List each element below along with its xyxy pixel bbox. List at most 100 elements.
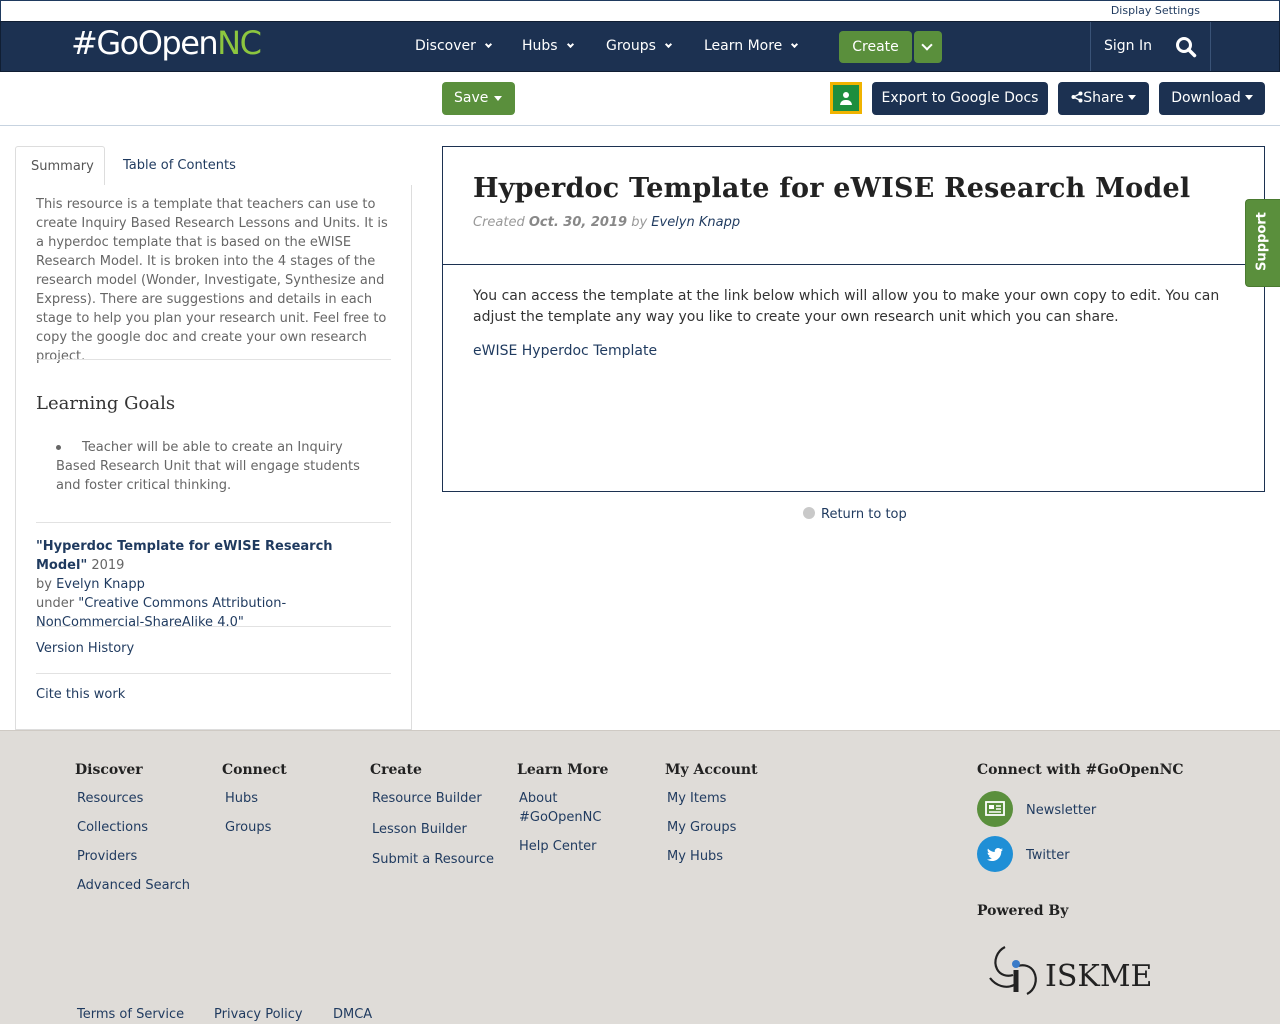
footer-link-resource-builder[interactable]: Resource Builder <box>372 789 482 808</box>
divider <box>443 264 1264 265</box>
display-settings-link[interactable]: Display Settings <box>1111 4 1200 17</box>
chevron-down-icon <box>921 39 933 51</box>
utility-bar: Display Settings <box>0 0 1280 21</box>
divider <box>36 673 391 674</box>
create-dropdown-button[interactable] <box>914 31 942 63</box>
save-button[interactable]: Save <box>442 82 515 115</box>
attribution-year: 2019 <box>87 558 125 573</box>
footer-link-submit-resource[interactable]: Submit a Resource <box>372 850 494 869</box>
newsletter-icon[interactable] <box>977 791 1013 827</box>
chevron-down-icon <box>484 40 492 49</box>
cite-this-work-link[interactable]: Cite this work <box>36 687 125 702</box>
site-logo[interactable]: #GoOpenNC <box>71 24 262 62</box>
by-label: by <box>627 215 652 230</box>
tab-summary[interactable]: Summary <box>15 146 105 186</box>
export-google-docs-button[interactable]: Export to Google Docs <box>872 82 1048 115</box>
nav-hubs[interactable]: Hubs <box>522 38 574 54</box>
footer-heading-discover: Discover <box>75 762 143 778</box>
created-label: Created <box>473 215 529 230</box>
attribution-by: by <box>36 577 57 592</box>
learning-goals-heading: Learning Goals <box>36 393 176 414</box>
support-label: Support <box>1254 212 1270 271</box>
iskme-logo-text: ISKME <box>1045 959 1152 994</box>
download-button[interactable]: Download <box>1159 82 1265 115</box>
download-label: Download <box>1171 90 1241 106</box>
footer-heading-connect-with: Connect with #GoOpenNC <box>977 762 1184 778</box>
caret-down-icon <box>1244 95 1253 100</box>
footer-link-my-hubs[interactable]: My Hubs <box>667 847 723 866</box>
footer-link-providers[interactable]: Providers <box>77 847 137 866</box>
footer-link-advanced-search[interactable]: Advanced Search <box>77 876 190 895</box>
chevron-down-icon <box>791 40 799 49</box>
nav-discover[interactable]: Discover <box>415 38 492 54</box>
divider <box>36 522 391 523</box>
nav-learn-more-label: Learn More <box>704 38 783 54</box>
attribution-author-link[interactable]: Evelyn Knapp <box>56 577 145 592</box>
footer-link-terms[interactable]: Terms of Service <box>77 1005 184 1024</box>
create-button[interactable]: Create <box>839 31 912 63</box>
nav-hubs-label: Hubs <box>522 38 558 54</box>
footer-link-my-items[interactable]: My Items <box>667 789 726 808</box>
footer-link-help-center[interactable]: Help Center <box>519 837 597 856</box>
footer-link-hubs[interactable]: Hubs <box>225 789 258 808</box>
share-button[interactable]: Share <box>1058 82 1149 115</box>
iskme-logo[interactable]: ISKME <box>987 942 1157 1002</box>
return-to-top-label: Return to top <box>821 507 907 522</box>
logo-text: #GoOpen <box>71 24 219 62</box>
share-label: Share <box>1083 90 1124 106</box>
caret-down-icon <box>494 96 502 101</box>
nav-divider <box>1090 22 1091 71</box>
footer-link-groups[interactable]: Groups <box>225 818 271 837</box>
footer-link-about[interactable]: About #GoOpenNC <box>519 789 609 827</box>
resource-content-card: Hyperdoc Template for eWISE Research Mod… <box>442 146 1265 492</box>
nav-divider <box>1210 22 1211 71</box>
version-history-link[interactable]: Version History <box>36 641 134 656</box>
footer-heading-connect: Connect <box>222 762 287 778</box>
site-footer: Discover Resources Collections Providers… <box>0 730 1280 1024</box>
footer-heading-my-account: My Account <box>665 762 758 778</box>
nav-groups[interactable]: Groups <box>606 38 672 54</box>
footer-link-my-groups[interactable]: My Groups <box>667 818 736 837</box>
template-link[interactable]: eWISE Hyperdoc Template <box>473 343 657 359</box>
footer-link-resources[interactable]: Resources <box>77 789 143 808</box>
author-link[interactable]: Evelyn Knapp <box>651 215 740 230</box>
footer-link-privacy[interactable]: Privacy Policy <box>214 1005 303 1024</box>
tab-table-of-contents[interactable]: Table of Contents <box>108 146 251 186</box>
logo-text-nc: NC <box>217 24 262 62</box>
support-tab[interactable]: Support <box>1245 199 1280 287</box>
nav-learn-more[interactable]: Learn More <box>704 38 799 54</box>
main-navbar: #GoOpenNC Discover Hubs Groups Learn Mor… <box>0 21 1280 72</box>
divider <box>36 626 391 627</box>
caret-down-icon <box>1127 95 1136 100</box>
page-title: Hyperdoc Template for eWISE Research Mod… <box>473 173 1191 204</box>
twitter-icon[interactable] <box>977 836 1013 872</box>
chevron-down-icon <box>566 40 574 49</box>
attribution: "Hyperdoc Template for eWISE Research Mo… <box>36 537 386 632</box>
search-icon[interactable] <box>1175 36 1197 58</box>
sidebar-tabs: Summary Table of Contents <box>15 146 412 186</box>
footer-heading-powered-by: Powered By <box>977 903 1069 919</box>
footer-link-collections[interactable]: Collections <box>77 818 148 837</box>
learning-goal-item: Teacher will be able to create an Inquir… <box>56 438 376 495</box>
arrow-up-circle-icon <box>803 507 815 519</box>
divider <box>36 359 391 360</box>
resource-meta: Created Oct. 30, 2019 by Evelyn Knapp <box>473 215 740 230</box>
summary-panel: This resource is a template that teacher… <box>15 185 412 730</box>
share-icon <box>1071 91 1083 103</box>
footer-link-dmca[interactable]: DMCA <box>333 1005 372 1024</box>
return-to-top-link[interactable]: Return to top <box>803 506 907 522</box>
nav-discover-label: Discover <box>415 38 476 54</box>
attribution-under: under <box>36 596 79 611</box>
sign-in-link[interactable]: Sign In <box>1104 38 1152 54</box>
footer-link-lesson-builder[interactable]: Lesson Builder <box>372 820 467 839</box>
footer-heading-learn-more: Learn More <box>517 762 609 778</box>
resource-action-bar: Save Export to Google Docs Share Downloa… <box>0 72 1280 126</box>
footer-heading-create: Create <box>370 762 422 778</box>
footer-link-newsletter[interactable]: Newsletter <box>1026 801 1096 820</box>
summary-text: This resource is a template that teacher… <box>36 197 388 364</box>
footer-link-twitter[interactable]: Twitter <box>1026 846 1070 865</box>
attribution-title: "Hyperdoc Template for eWISE Research Mo… <box>36 539 333 573</box>
google-classroom-icon[interactable] <box>830 82 862 114</box>
learning-goal-text: Teacher will be able to create an Inquir… <box>56 440 360 493</box>
save-label: Save <box>454 90 489 106</box>
